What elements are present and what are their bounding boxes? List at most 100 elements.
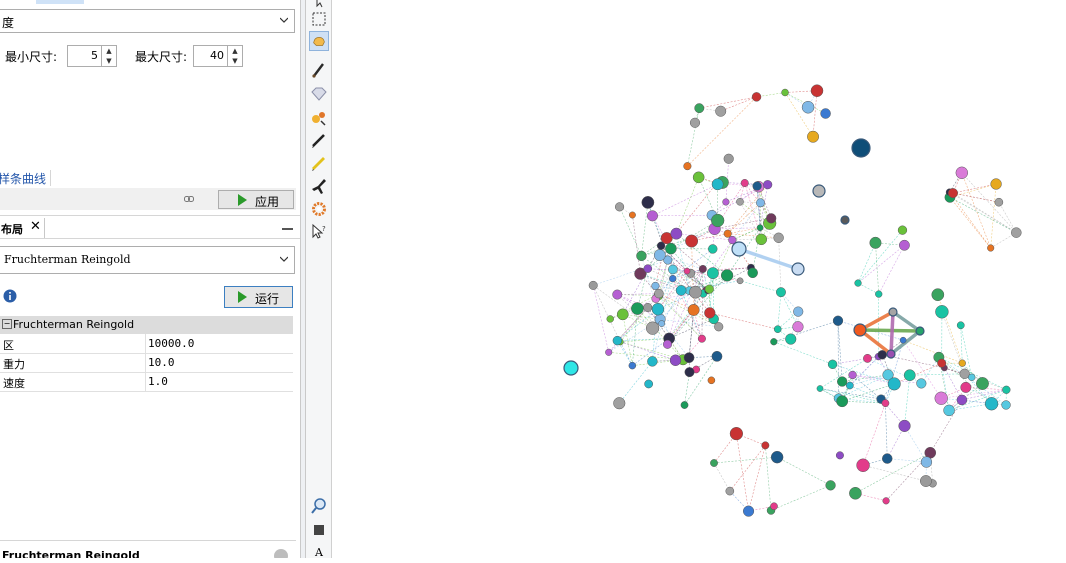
graph-node[interactable] [684,353,694,363]
graph-node[interactable] [1011,228,1021,238]
graph-node[interactable] [849,371,857,379]
rect-select-icon[interactable] [309,9,329,29]
graph-node-featured[interactable] [564,361,578,375]
graph-node[interactable] [647,356,657,366]
graph-node[interactable] [663,340,671,348]
graph-node[interactable] [948,188,957,197]
close-icon[interactable]: ✕ [30,219,41,234]
graph-node[interactable] [636,251,646,261]
property-row[interactable]: 重力 10.0 [0,353,293,373]
graph-node[interactable] [855,280,862,287]
layout-dropdown[interactable]: Fruchterman Reingold [0,246,295,274]
graph-node[interactable] [944,405,955,416]
graph-node[interactable] [741,179,748,186]
collapse-icon[interactable]: − [2,319,12,329]
info-icon[interactable] [3,289,17,303]
graph-node[interactable] [705,285,714,294]
graph-node[interactable] [757,225,763,231]
spinner-arrows[interactable]: ▲▼ [101,46,116,66]
property-value[interactable]: 1.0 [148,375,168,388]
graph-node-featured[interactable] [792,263,804,275]
graph-node[interactable] [937,359,945,367]
chevron-down-icon[interactable]: ▼ [102,56,116,66]
graph-node[interactable] [644,265,652,273]
graph-node[interactable] [756,234,767,245]
brush-icon[interactable] [309,60,329,80]
graph-node[interactable] [681,401,688,408]
cursor-help-icon[interactable]: ? [309,222,329,242]
graph-node-featured[interactable] [813,185,825,197]
graph-node[interactable] [652,282,660,290]
graph-node[interactable] [652,303,664,315]
apply-button[interactable]: 应用 [218,190,294,209]
graph-node[interactable] [782,89,789,96]
graph-node[interactable] [711,214,724,227]
graph-node[interactable] [921,457,932,468]
graph-node[interactable] [883,497,890,504]
graph-node[interactable] [726,487,734,495]
graph-node[interactable] [669,275,676,282]
graph-node-featured[interactable] [916,327,924,335]
graph-node[interactable] [730,427,743,440]
tab-layout[interactable]: 布局 ✕ [0,218,45,238]
graph-node[interactable] [935,305,948,318]
graph-node[interactable] [721,269,733,281]
graph-node[interactable] [770,338,777,345]
graph-node[interactable] [737,278,743,284]
graph-node-featured[interactable] [887,350,895,358]
graph-node[interactable] [756,199,764,207]
graph-node[interactable] [995,198,1003,206]
graph-node[interactable] [956,167,968,179]
gear-icon[interactable] [309,199,329,219]
graph-node[interactable] [935,392,948,405]
graph-node[interactable] [693,172,704,183]
chevron-down-icon[interactable]: ▼ [228,56,242,66]
minimize-icon[interactable] [282,228,293,230]
property-value[interactable]: 10000.0 [148,337,194,350]
graph-node[interactable] [724,230,732,238]
graph-node[interactable] [904,370,915,381]
graph-node-featured[interactable] [841,216,849,224]
graph-node[interactable] [828,360,837,369]
graph-node[interactable] [753,182,762,191]
graph-node[interactable] [629,362,636,369]
graph-node[interactable] [654,249,665,260]
graph-node[interactable] [724,154,734,164]
graph-node[interactable] [802,101,814,113]
graph-node[interactable] [665,243,676,254]
pencil-icon[interactable] [309,130,329,150]
graph-node[interactable] [647,211,657,221]
graph-node[interactable] [684,162,692,170]
graph-node-featured[interactable] [889,308,897,316]
graph-node[interactable] [676,285,686,295]
graph-node[interactable] [689,286,701,298]
graph-node[interactable] [712,351,722,361]
property-row[interactable]: 速度 1.0 [0,372,293,392]
graph-node[interactable] [707,267,718,278]
graph-node[interactable] [836,452,843,459]
link-chain-icon[interactable] [184,196,194,202]
graph-node[interactable] [957,395,967,405]
spline-link[interactable]: 样条曲线 [0,170,46,187]
graph-node-featured[interactable] [732,242,746,256]
graph-node[interactable] [685,367,694,376]
graph-node[interactable] [762,442,769,449]
graph-node[interactable] [684,268,690,274]
graph-node[interactable] [793,321,804,332]
graph-node[interactable] [748,268,758,278]
graph-node[interactable] [752,92,761,101]
graph-node[interactable] [900,337,906,343]
graph-node[interactable] [888,378,901,391]
graph-node[interactable] [613,397,625,409]
graph-node[interactable] [613,336,622,345]
graph-node[interactable] [698,335,706,343]
property-row[interactable]: 区 10000.0 [0,334,293,354]
graph-node-featured[interactable] [854,324,866,336]
graph-node[interactable] [833,316,843,326]
max-size-spinner[interactable]: 40 ▲▼ [193,45,243,67]
graph-node[interactable] [685,235,697,247]
graph-node[interactable] [899,240,909,250]
graph-node[interactable] [770,503,777,510]
graph-node[interactable] [957,322,964,329]
graph-node[interactable] [654,289,663,298]
